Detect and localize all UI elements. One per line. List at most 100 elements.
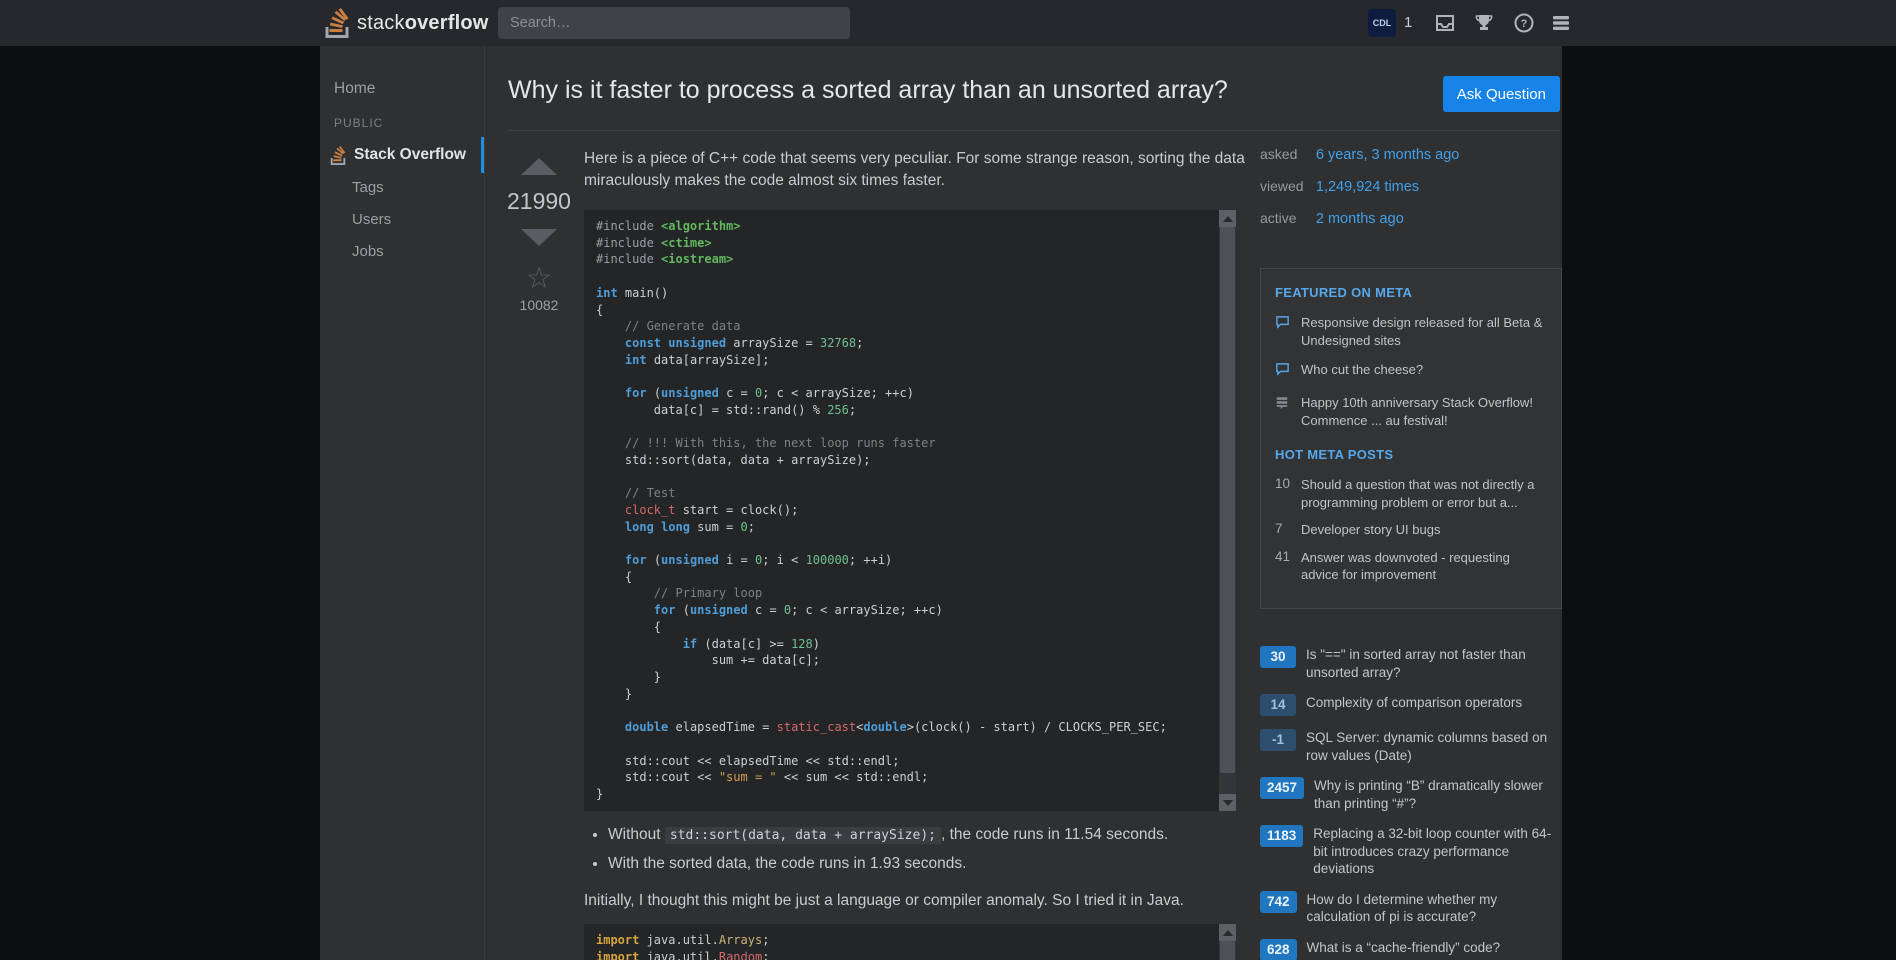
- stackoverflow-logo-icon: [324, 8, 350, 38]
- java-code-block: import java.util.Arrays;import java.util…: [584, 924, 1236, 960]
- top-navigation-bar: stackoverflow CDL 1 ?: [0, 0, 1896, 46]
- left-sidebar: Home PUBLIC Stack Overflow Tags Users Jo…: [320, 46, 485, 960]
- hot-meta-title: HOT META POSTS: [1275, 447, 1547, 462]
- arrow-down-icon: [1223, 800, 1233, 806]
- question-body: Here is a piece of C++ code that seems v…: [584, 148, 1236, 960]
- avatar-label: CDL: [1373, 18, 1392, 28]
- question-stats: asked 6 years, 3 months ago viewed 1,249…: [1260, 146, 1459, 242]
- linked-question[interactable]: 2457 Why is printing “B” dramatically sl…: [1260, 777, 1562, 812]
- linked-question-score: 1183: [1260, 825, 1303, 847]
- hot-meta-post[interactable]: 41 Answer was downvoted - requesting adv…: [1275, 549, 1547, 584]
- featured-meta-item[interactable]: Who cut the cheese?: [1275, 361, 1547, 382]
- featured-meta-box: FEATURED ON META Responsive design relea…: [1260, 268, 1562, 609]
- stat-value[interactable]: 1,249,924 times: [1316, 179, 1419, 195]
- downvote-button[interactable]: [521, 229, 557, 246]
- featured-meta-item[interactable]: Happy 10th anniversary Stack Overflow! C…: [1275, 394, 1547, 429]
- linked-question[interactable]: 14 Complexity of comparison operators: [1260, 694, 1562, 716]
- linked-question-score: 14: [1260, 694, 1296, 716]
- stat-label: active: [1260, 210, 1312, 226]
- avatar[interactable]: CDL: [1368, 9, 1396, 37]
- inbox-icon[interactable]: [1434, 12, 1456, 34]
- search-box: [498, 7, 850, 39]
- ask-question-button[interactable]: Ask Question: [1443, 76, 1560, 112]
- hot-meta-score: 10: [1275, 476, 1301, 511]
- linked-question[interactable]: 30 Is "==" in sorted array not faster th…: [1260, 646, 1562, 681]
- featured-meta-list: Responsive design released for all Beta …: [1275, 314, 1547, 429]
- linked-question-title: What is a “cache-friendly” code?: [1307, 939, 1501, 957]
- linked-question[interactable]: -1 SQL Server: dynamic columns based on …: [1260, 729, 1562, 764]
- svg-text:?: ?: [1521, 18, 1528, 30]
- scroll-down-button[interactable]: [1219, 794, 1236, 811]
- stat-label: asked: [1260, 146, 1312, 162]
- featured-meta-title: FEATURED ON META: [1275, 285, 1547, 300]
- scrollbar-thumb[interactable]: [1220, 227, 1235, 773]
- meta-item-text: Responsive design released for all Beta …: [1301, 314, 1547, 349]
- reputation-count[interactable]: 1: [1404, 14, 1412, 31]
- speech-bubble-icon: [1275, 314, 1301, 349]
- arrow-up-icon: [1223, 216, 1233, 222]
- linked-question-title: Why is printing “B” dramatically slower …: [1314, 777, 1562, 812]
- achievements-icon[interactable]: [1473, 12, 1495, 34]
- hot-meta-score: 41: [1275, 549, 1301, 584]
- meta-item-text: Who cut the cheese?: [1301, 361, 1423, 382]
- favorite-count: 10082: [520, 297, 559, 313]
- scrollbar-thumb[interactable]: [1220, 941, 1235, 960]
- content-container: Home PUBLIC Stack Overflow Tags Users Jo…: [320, 46, 1562, 960]
- sidebar-item-stack-overflow[interactable]: Stack Overflow: [320, 137, 484, 173]
- upvote-button[interactable]: [521, 158, 557, 175]
- help-icon[interactable]: ?: [1513, 12, 1535, 34]
- vote-cell: 21990 ☆ 10082: [511, 158, 567, 313]
- linked-question-title: SQL Server: dynamic columns based on row…: [1306, 729, 1562, 764]
- stat-row: asked 6 years, 3 months ago: [1260, 146, 1459, 165]
- sidebar-item-jobs[interactable]: Jobs: [352, 243, 384, 260]
- stackoverflow-logo[interactable]: stackoverflow: [324, 8, 489, 38]
- logo-text: stackoverflow: [357, 12, 489, 35]
- vote-count: 21990: [507, 188, 571, 215]
- scroll-up-button[interactable]: [1219, 924, 1236, 941]
- code-scrollbar[interactable]: [1219, 210, 1236, 811]
- sidebar-item-users[interactable]: Users: [352, 211, 391, 228]
- hot-meta-post[interactable]: 10 Should a question that was not direct…: [1275, 476, 1547, 511]
- speech-bubble-icon: [1275, 361, 1301, 382]
- hot-meta-text: Should a question that was not directly …: [1301, 476, 1547, 511]
- linked-question-title: How do I determine whether my calculatio…: [1307, 891, 1562, 926]
- arrow-up-icon: [1223, 930, 1233, 936]
- stat-value[interactable]: 6 years, 3 months ago: [1316, 147, 1459, 163]
- stackexchange-icon: [1275, 394, 1301, 429]
- sidebar-item-tags[interactable]: Tags: [352, 179, 384, 196]
- code-scrollbar[interactable]: [1219, 924, 1236, 960]
- stackoverflow-glyph-icon: [330, 146, 346, 165]
- sidebar-item-home[interactable]: Home: [334, 80, 375, 98]
- question-followup: Initially, I thought this might be just …: [584, 890, 1256, 912]
- linked-question-score: 628: [1260, 939, 1297, 960]
- linked-question-score: 30: [1260, 646, 1296, 668]
- stat-row: viewed 1,249,924 times: [1260, 178, 1459, 197]
- question-intro: Here is a piece of C++ code that seems v…: [584, 148, 1256, 192]
- scroll-up-button[interactable]: [1219, 210, 1236, 227]
- hot-meta-post[interactable]: 7 Developer story UI bugs: [1275, 521, 1547, 539]
- java-code: import java.util.Arrays;import java.util…: [596, 932, 1216, 960]
- linked-question-title: Is "==" in sorted array not faster than …: [1306, 646, 1562, 681]
- linked-question[interactable]: 1183 Replacing a 32-bit loop counter wit…: [1260, 825, 1562, 878]
- cpp-code-block: #include <algorithm>#include <ctime>#inc…: [584, 210, 1236, 811]
- linked-question-score: 2457: [1260, 777, 1304, 799]
- hot-meta-score: 7: [1275, 521, 1301, 539]
- featured-meta-item[interactable]: Responsive design released for all Beta …: [1275, 314, 1547, 349]
- search-input[interactable]: [498, 7, 850, 39]
- linked-question[interactable]: 628 What is a “cache-friendly” code?: [1260, 939, 1562, 960]
- sidebar-section-label: PUBLIC: [334, 116, 383, 130]
- linked-question-score: -1: [1260, 729, 1296, 751]
- stat-row: active 2 months ago: [1260, 210, 1459, 229]
- linked-question[interactable]: 742 How do I determine whether my calcul…: [1260, 891, 1562, 926]
- bullet-text: , the code runs in 11.54 seconds.: [941, 826, 1168, 843]
- site-switcher-icon[interactable]: [1550, 12, 1572, 34]
- stat-value[interactable]: 2 months ago: [1316, 211, 1404, 227]
- inline-code: std::sort(data, data + arraySize);: [665, 827, 941, 844]
- timing-bullet-sorted: With the sorted data, the code runs in 1…: [608, 854, 1236, 874]
- linked-question-score: 742: [1260, 891, 1297, 913]
- question-title: Why is it faster to process a sorted arr…: [508, 76, 1378, 105]
- favorite-star-button[interactable]: ☆: [526, 264, 553, 294]
- timing-bullets: Without std::sort(data, data + arraySize…: [584, 825, 1236, 874]
- timing-bullet-unsorted: Without std::sort(data, data + arraySize…: [608, 825, 1236, 846]
- linked-questions-list: 30 Is "==" in sorted array not faster th…: [1260, 646, 1562, 960]
